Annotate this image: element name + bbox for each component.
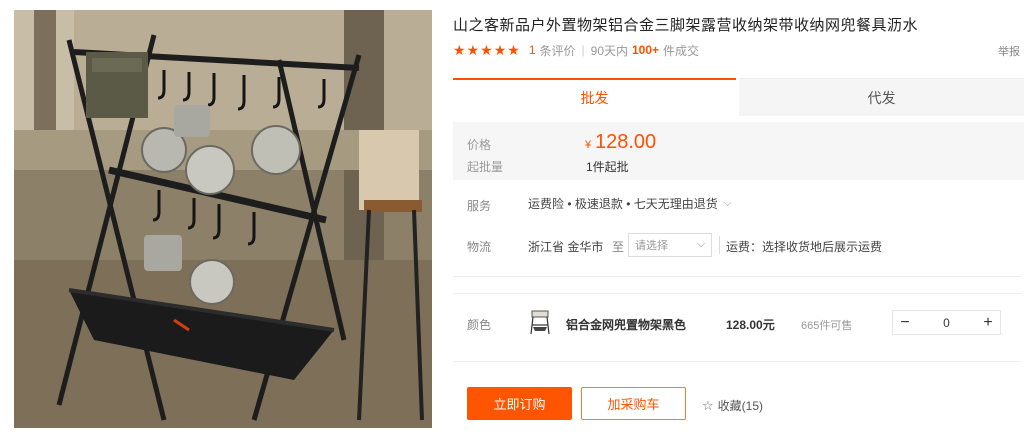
- star-rating: ★ ★ ★ ★ ★: [453, 43, 520, 57]
- quantity-stepper: − 0 +: [892, 310, 1001, 335]
- divider: [719, 236, 720, 254]
- quantity-input[interactable]: 0: [917, 316, 976, 330]
- star-icon: ★: [453, 42, 466, 58]
- period-label: 90天内: [590, 43, 628, 58]
- service-text: 运费险 • 极速退款 • 七天无理由退货: [528, 197, 718, 211]
- deal-label: 件成交: [663, 43, 700, 58]
- chevron-down-icon: ⌵: [723, 198, 732, 209]
- sku-name: 铝合金网兜置物架黑色: [566, 318, 687, 332]
- star-outline-icon: ☆: [702, 397, 714, 413]
- color-label: 颜色: [467, 318, 492, 332]
- chevron-down-icon: ⌵: [697, 239, 705, 250]
- star-icon: ★: [480, 42, 493, 58]
- purchase-mode-tabs: 批发 代发: [453, 78, 1024, 116]
- sku-price: 128.00元: [726, 318, 775, 332]
- min-order-label: 起批量: [467, 160, 504, 174]
- sku-stock: 665件可售: [801, 320, 853, 332]
- star-icon: ★: [507, 42, 520, 58]
- shipping-fee-info: 运费：选择收货地后展示运费: [726, 240, 883, 254]
- product-title: 山之客新品户外置物架铝合金三脚架露营收纳架带收纳网兜餐具沥水: [453, 16, 919, 34]
- price-label: 价格: [467, 138, 492, 152]
- divider: [453, 276, 1021, 277]
- min-order-value: 1件起批: [586, 160, 629, 174]
- price-block: 价格 ¥ 128.00 起批量 1件起批: [453, 122, 1024, 180]
- ship-to-label: 至: [612, 240, 625, 254]
- divider: [453, 361, 1021, 362]
- tab-wholesale[interactable]: 批发: [453, 78, 736, 116]
- favorite-button[interactable]: ☆ 收藏(15): [702, 397, 763, 414]
- separator: |: [581, 43, 585, 57]
- destination-placeholder: 请选择: [635, 240, 668, 252]
- review-count[interactable]: 1: [529, 43, 536, 57]
- destination-select[interactable]: 请选择 ⌵: [628, 233, 712, 257]
- favorite-label: 收藏(15): [717, 399, 763, 413]
- rating-row: ★ ★ ★ ★ ★ 1 条评价 | 90天内 100+ 件成交: [453, 41, 699, 59]
- product-info-panel: 山之客新品户外置物架铝合金三脚架露营收纳架带收纳网兜餐具沥水 ★ ★ ★ ★ ★…: [453, 0, 1024, 438]
- tab-dropship[interactable]: 代发: [739, 78, 1024, 116]
- product-image[interactable]: [14, 10, 432, 428]
- star-icon: ★: [493, 42, 507, 58]
- price-value: 128.00: [595, 131, 657, 153]
- star-icon: ★: [466, 42, 480, 58]
- buy-now-button[interactable]: 立即订购: [467, 387, 572, 420]
- divider: [453, 293, 1021, 294]
- logistics-label: 物流: [467, 240, 492, 254]
- review-label[interactable]: 条评价: [540, 42, 576, 59]
- minus-icon[interactable]: −: [893, 311, 917, 334]
- currency-symbol: ¥: [585, 139, 592, 151]
- report-link[interactable]: 举报: [998, 43, 1020, 59]
- deal-count: 100+: [632, 43, 660, 57]
- ship-origin: 浙江省 金华市: [528, 240, 604, 254]
- plus-icon[interactable]: +: [976, 311, 1000, 334]
- add-to-cart-button[interactable]: 加采购车: [581, 387, 686, 420]
- service-guarantees[interactable]: 运费险 • 极速退款 • 七天无理由退货 ⌵: [528, 195, 731, 212]
- sku-thumbnail[interactable]: [529, 309, 551, 335]
- service-label: 服务: [467, 199, 492, 213]
